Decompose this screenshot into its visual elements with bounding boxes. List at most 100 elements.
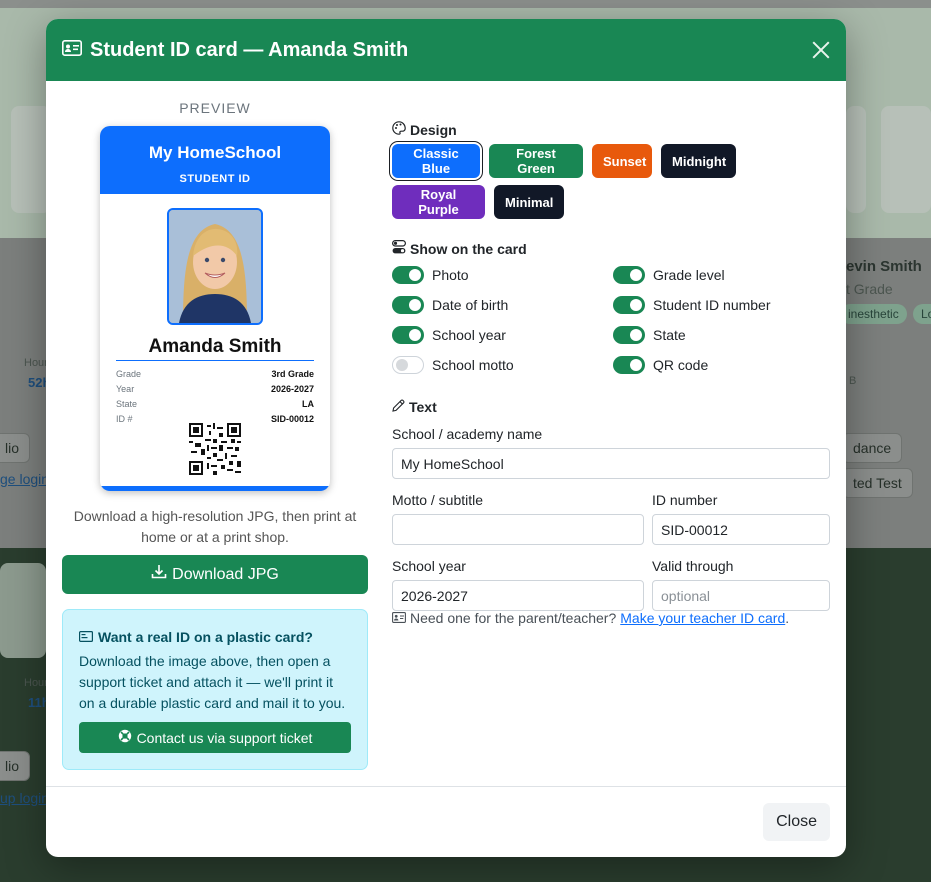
- contact-support-button[interactable]: Contact us via support ticket: [79, 722, 351, 753]
- id-card-subtitle: STUDENT ID: [179, 173, 251, 185]
- bg-chip: inesthetic: [840, 304, 907, 324]
- toggle-label: State: [653, 327, 686, 343]
- school-year-input[interactable]: [392, 580, 644, 611]
- teacher-id-link[interactable]: Make your teacher ID card: [620, 610, 785, 626]
- modal-header: Student ID card — Amanda Smith: [46, 19, 846, 81]
- toggle-label: Date of birth: [432, 297, 509, 313]
- id-card-row-state: State LA: [116, 399, 314, 409]
- text-title-text: Text: [409, 399, 437, 415]
- id-card-row-value: 3rd Grade: [271, 369, 314, 379]
- id-card-header: My HomeSchool STUDENT ID: [100, 126, 330, 194]
- id-card-icon: [62, 39, 82, 62]
- plastic-card-title-text: Want a real ID on a plastic card?: [98, 629, 313, 645]
- bg-student-name: evin Smith: [846, 258, 922, 275]
- toggle-date-of-birth[interactable]: Date of birth: [392, 296, 508, 314]
- toggle-school-motto[interactable]: School motto: [392, 356, 514, 374]
- school-year-label: School year: [392, 558, 466, 574]
- switch[interactable]: [392, 356, 424, 374]
- download-jpg-button[interactable]: Download JPG: [62, 555, 368, 594]
- design-sunset-button[interactable]: Sunset: [592, 144, 652, 178]
- design-classic-blue-button[interactable]: Classic Blue: [392, 144, 480, 178]
- bg-student-grade: t Grade: [846, 281, 893, 297]
- school-name-input[interactable]: [392, 448, 830, 479]
- motto-label: Motto / subtitle: [392, 492, 484, 508]
- contact-support-label: Contact us via support ticket: [136, 729, 313, 746]
- id-card-row-key: State: [116, 399, 138, 409]
- toggle-label: Grade level: [653, 267, 725, 283]
- bg-portfolio-button: lio: [0, 433, 31, 463]
- design-midnight-button[interactable]: Midnight: [661, 144, 736, 178]
- valid-through-input[interactable]: [652, 580, 830, 611]
- show-section-title: Show on the card: [392, 240, 527, 257]
- toggle-label: QR code: [653, 357, 709, 373]
- toggle-label: School motto: [432, 357, 514, 373]
- id-card-row-year: Year 2026-2027: [116, 384, 314, 394]
- bg-hours-label: Hour: [24, 357, 48, 369]
- switch[interactable]: [613, 296, 645, 314]
- toggle-label: Student ID number: [653, 297, 771, 313]
- bg-card: [846, 106, 866, 213]
- bg-card: [11, 106, 51, 213]
- design-royal-purple-button[interactable]: Royal Purple: [392, 185, 485, 219]
- bg-portfolio-button: lio: [0, 751, 31, 781]
- bg-card: [0, 563, 46, 658]
- id-card-row-value: 2026-2027: [270, 384, 314, 394]
- toggle-grade-level[interactable]: Grade level: [613, 266, 725, 284]
- download-help-text: Download a high-resolution JPG, then pri…: [73, 508, 357, 545]
- show-title-text: Show on the card: [410, 240, 527, 257]
- id-number-input[interactable]: [652, 514, 830, 545]
- support-icon: [118, 729, 132, 746]
- plastic-card-info: Want a real ID on a plastic card? Downlo…: [62, 609, 368, 770]
- modal-footer: Close: [46, 786, 846, 857]
- modal-title: Student ID card — Amanda Smith: [62, 39, 408, 62]
- switch[interactable]: [613, 356, 645, 374]
- switch[interactable]: [392, 326, 424, 344]
- bg-label: B: [849, 375, 857, 387]
- switch[interactable]: [613, 266, 645, 284]
- id-card-row-key: ID #: [116, 414, 133, 424]
- preview-label: PREVIEW: [179, 100, 251, 116]
- close-icon[interactable]: [810, 39, 832, 61]
- close-button[interactable]: Close: [763, 803, 830, 841]
- id-card-row-value: LA: [302, 399, 314, 409]
- bg-card: [881, 106, 931, 213]
- student-id-modal: Student ID card — Amanda Smith PREVIEW M…: [46, 19, 846, 857]
- motto-input[interactable]: [392, 514, 644, 545]
- design-section-title: Design: [392, 121, 457, 138]
- id-card-row-key: Grade: [116, 369, 142, 379]
- design-minimal-button[interactable]: Minimal: [494, 185, 564, 219]
- id-card-school: My HomeSchool: [148, 143, 282, 162]
- id-number-label: ID number: [652, 492, 718, 508]
- id-card-student-name: Amanda Smith: [148, 336, 282, 357]
- bg-hours-label: Hour: [24, 677, 48, 689]
- valid-through-label: Valid through: [652, 558, 734, 574]
- switch[interactable]: [392, 266, 424, 284]
- teacher-note-suffix: .: [785, 610, 790, 626]
- bg-attendance-button: dance: [842, 433, 903, 463]
- id-card-divider: [116, 360, 314, 361]
- bg-login-link: ge login: [0, 471, 50, 487]
- modal-body: PREVIEW My HomeSchool STUDENT ID Amanda …: [46, 81, 846, 786]
- bg-chip: Lo: [913, 304, 931, 324]
- text-section-title: Text: [392, 399, 437, 415]
- bg-topbar: [0, 0, 931, 8]
- id-card-row-value: SID-00012: [270, 414, 314, 424]
- switch[interactable]: [613, 326, 645, 344]
- toggle-state[interactable]: State: [613, 326, 686, 344]
- id-card-row-grade: Grade 3rd Grade: [116, 369, 314, 379]
- design-forest-green-button[interactable]: Forest Green: [489, 144, 583, 178]
- download-icon: [151, 564, 167, 585]
- bg-test-button: ted Test: [842, 468, 913, 498]
- toggle-qr-code[interactable]: QR code: [613, 356, 708, 374]
- palette-icon: [392, 121, 406, 138]
- qr-code-icon: [189, 423, 241, 475]
- id-card-preview: My HomeSchool STUDENT ID Amanda Smith Gr…: [100, 126, 330, 491]
- toggle-school-year[interactable]: School year: [392, 326, 506, 344]
- toggle-photo[interactable]: Photo: [392, 266, 469, 284]
- modal-title-text: Student ID card — Amanda Smith: [90, 38, 409, 61]
- card-icon: [79, 629, 94, 645]
- bg-login-link: up login: [0, 790, 50, 806]
- switch[interactable]: [392, 296, 424, 314]
- id-card-row-key: Year: [116, 384, 135, 394]
- toggle-student-id-number[interactable]: Student ID number: [613, 296, 771, 314]
